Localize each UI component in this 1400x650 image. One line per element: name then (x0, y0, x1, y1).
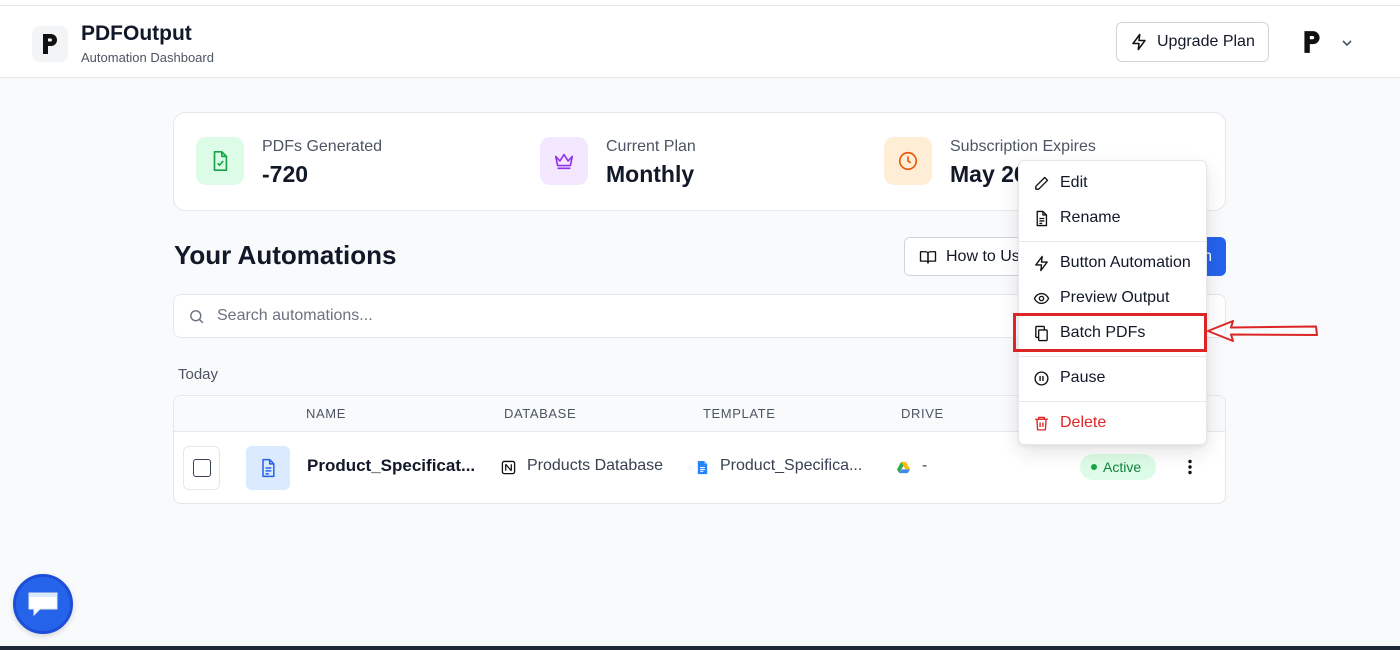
user-avatar[interactable] (1294, 24, 1330, 60)
bolt-icon (1035, 255, 1048, 271)
google-drive-icon (896, 461, 911, 474)
stat-value: May 20 (950, 161, 1027, 187)
pencil-icon (1035, 176, 1049, 190)
clock-icon (898, 151, 918, 171)
search-input[interactable] (217, 295, 1017, 337)
stat-label: Current Plan (606, 138, 696, 155)
menu-item-label: Rename (1060, 209, 1121, 226)
menu-item-preview-output[interactable]: Preview Output (1025, 282, 1202, 314)
app-header: PDFOutput Automation Dashboard Upgrade P… (0, 6, 1400, 78)
avatar-p-icon (1304, 31, 1320, 53)
bottom-edge (0, 646, 1400, 650)
stat-value: -720 (262, 161, 309, 187)
column-header-drive: DRIVE (901, 406, 944, 421)
annotation-arrow-icon (1207, 320, 1318, 342)
search-icon (190, 310, 204, 324)
brand-logo[interactable] (32, 26, 68, 62)
crown-icon (554, 153, 574, 170)
row-select-cell (183, 446, 220, 490)
book-open-icon (919, 250, 937, 264)
document-icon-tile (246, 446, 290, 490)
template-name[interactable]: Product_Specifica... (720, 457, 895, 475)
menu-item-label: Edit (1060, 174, 1088, 191)
logo-p-icon (43, 34, 57, 54)
menu-item-delete[interactable]: Delete (1025, 407, 1202, 439)
menu-item-pause[interactable]: Pause (1025, 362, 1202, 394)
notion-icon (501, 460, 516, 475)
menu-item-label: Delete (1060, 414, 1107, 431)
current-plan-icon-tile (540, 137, 588, 185)
trash-icon (1035, 416, 1048, 431)
pdfs-generated-icon-tile (196, 137, 244, 185)
menu-item-label: Pause (1060, 369, 1106, 386)
menu-divider (1019, 401, 1206, 402)
status-label: Active (1103, 459, 1142, 475)
file-check-icon (213, 151, 228, 171)
chat-bubble-icon (28, 592, 58, 617)
group-label-today: Today (178, 366, 219, 383)
bolt-icon (1132, 33, 1146, 51)
automation-name[interactable]: Product_Specificat... (307, 456, 487, 476)
how-to-use-label: How to Us (946, 247, 1020, 265)
drive-value: - (922, 457, 928, 474)
column-header-database: DATABASE (504, 406, 577, 421)
subscription-icon-tile (884, 137, 932, 185)
eye-icon (1033, 292, 1050, 304)
menu-item-label: Preview Output (1060, 289, 1170, 306)
stat-label: PDFs Generated (262, 138, 383, 155)
more-vertical-icon[interactable] (1180, 457, 1200, 477)
chevron-down-icon[interactable] (1340, 36, 1354, 50)
stat-label: Subscription Expires (950, 138, 1096, 155)
brand-title: PDFOutput (81, 22, 192, 45)
menu-item-rename[interactable]: Rename (1025, 202, 1202, 234)
row-actions-menu: Edit Rename Button Automation Preview Ou… (1018, 160, 1207, 445)
google-docs-icon (697, 460, 708, 475)
menu-item-edit[interactable]: Edit (1025, 167, 1202, 199)
upgrade-plan-button[interactable]: Upgrade Plan (1116, 22, 1269, 62)
status-badge: Active (1080, 454, 1156, 480)
stat-value: Monthly (606, 161, 695, 187)
chat-button[interactable] (13, 574, 73, 634)
column-header-template: TEMPLATE (703, 406, 776, 421)
menu-divider (1019, 241, 1206, 242)
file-text-icon (262, 458, 275, 478)
menu-divider (1019, 356, 1206, 357)
brand-subtitle: Automation Dashboard (81, 50, 214, 65)
pause-circle-icon (1034, 370, 1049, 386)
page-title: Your Automations (174, 240, 397, 270)
status-dot (1091, 464, 1097, 470)
row-checkbox[interactable] (193, 459, 211, 477)
database-name: Products Database (527, 457, 664, 474)
menu-item-button-automation[interactable]: Button Automation (1025, 247, 1202, 279)
column-header-name: NAME (306, 406, 346, 421)
annotation-highlight-box (1013, 313, 1207, 352)
menu-item-label: Button Automation (1060, 254, 1191, 271)
upgrade-plan-label: Upgrade Plan (1157, 33, 1255, 50)
file-text-icon (1036, 210, 1048, 226)
